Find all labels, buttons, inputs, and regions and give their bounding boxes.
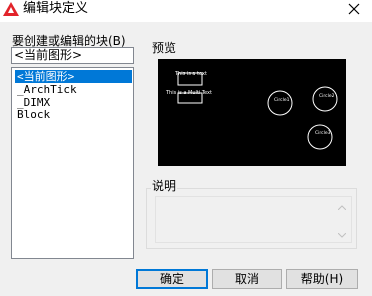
- scroll-up-icon[interactable]: [335, 201, 349, 213]
- title-bar: 编辑块定义: [0, 0, 372, 22]
- preview-text-1: This is a text: [174, 71, 207, 77]
- close-icon[interactable]: [344, 0, 364, 18]
- preview-canvas: This is a text This is a Multi Text Circ…: [158, 59, 346, 166]
- preview-label: 预览: [151, 41, 178, 55]
- block-name-input[interactable]: <当前图形>: [11, 47, 134, 64]
- window-title: 编辑块定义: [23, 1, 89, 16]
- preview-circle-label-2: Circle2: [319, 93, 335, 99]
- list-item-archtick[interactable]: _ArchTick: [15, 83, 132, 96]
- preview-text-2: This is a Multi Text: [165, 90, 212, 96]
- preview-circle-label-1: Circle1: [274, 97, 290, 103]
- preview-circle-label-3: Circle3: [315, 130, 331, 136]
- description-label: 说明: [151, 179, 178, 193]
- list-item-block[interactable]: Block: [15, 108, 132, 121]
- scroll-down-icon[interactable]: [335, 229, 349, 241]
- help-button[interactable]: 帮助(H): [286, 269, 358, 289]
- autocad-app-icon: [3, 2, 19, 16]
- cancel-button[interactable]: 取消: [212, 269, 282, 289]
- ok-button[interactable]: 确定: [136, 269, 208, 289]
- description-field[interactable]: [155, 196, 352, 243]
- block-select-label: 要创建或编辑的块(B): [12, 34, 126, 48]
- list-item-current-drawing[interactable]: <当前图形>: [15, 70, 132, 83]
- block-list[interactable]: <当前图形> _ArchTick _DIMX Block: [11, 67, 134, 259]
